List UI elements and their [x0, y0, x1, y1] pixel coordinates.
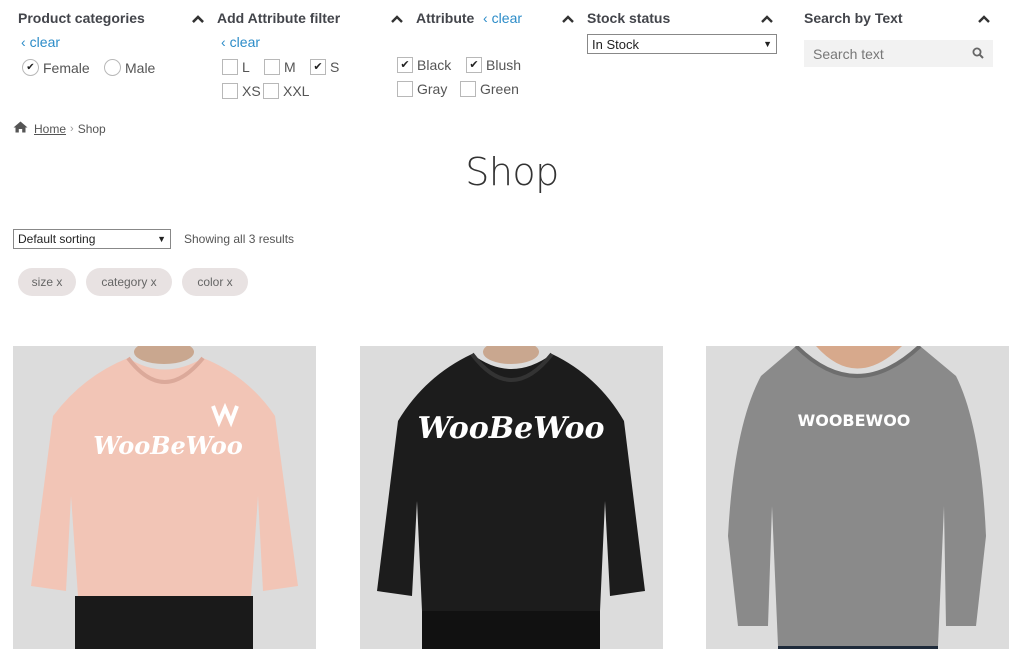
checkbox-color-gray[interactable]: Gray [397, 81, 447, 97]
option-label: Gray [417, 81, 448, 97]
filter-header[interactable]: Product categories [18, 8, 208, 30]
filter-stock-status: Stock status [587, 8, 777, 30]
filter-header[interactable]: Stock status [587, 8, 777, 30]
checkbox-color-black[interactable]: ✔ Black [397, 57, 451, 73]
filter-title: Product categories [18, 10, 145, 26]
product-card-black-hoodie[interactable]: WooBeWoo [360, 346, 663, 649]
chevron-left-icon: ‹ [221, 34, 226, 50]
select-value: In Stock [592, 36, 639, 52]
clear-label: clear [491, 10, 523, 26]
checkbox-size-xxl[interactable]: XXL [263, 83, 309, 99]
checkbox-size-xs[interactable]: XS [222, 83, 261, 99]
radio-circle[interactable] [104, 59, 121, 76]
active-filter-color-chip[interactable]: color x [182, 268, 248, 296]
select-value: Default sorting [18, 232, 96, 246]
search-placeholder: Search text [813, 45, 884, 62]
option-label: M [284, 59, 296, 75]
filter-title: Stock status [587, 10, 671, 26]
filter-product-categories: Product categories [18, 8, 208, 30]
product-card-gray-sweatshirt[interactable]: WOOBEWOO [706, 346, 1009, 649]
option-label: Black [417, 57, 452, 73]
option-label: XS [242, 83, 261, 99]
stock-status-select[interactable]: In Stock ▼ [587, 34, 777, 54]
checkbox-box[interactable] [222, 83, 238, 99]
sorting-select[interactable]: Default sorting ▼ [13, 229, 171, 249]
checkbox-size-m[interactable]: M [264, 59, 296, 75]
active-filter-size-chip[interactable]: size x [18, 268, 76, 296]
radio-male[interactable]: Male [104, 59, 155, 76]
radio-circle[interactable]: ✔ [22, 59, 39, 76]
checkbox-size-s[interactable]: ✔ S [310, 59, 339, 75]
filter-title: Search by Text [804, 10, 903, 26]
gray-sweatshirt-image[interactable]: WOOBEWOO [706, 346, 1009, 649]
clear-categories-link[interactable]: ‹ clear [21, 34, 60, 50]
chevron-left-icon: ‹ [483, 10, 488, 26]
filter-title: Add Attribute filter [217, 10, 341, 26]
dropdown-arrow-icon: ▼ [763, 39, 772, 49]
option-label: XXL [283, 83, 310, 99]
filter-add-attribute: Add Attribute filter [217, 8, 397, 30]
home-icon [13, 121, 28, 136]
checkbox-box[interactable] [222, 59, 238, 75]
option-label: Male [125, 59, 156, 76]
clear-size-link[interactable]: ‹ clear [221, 34, 260, 50]
result-count: Showing all 3 results [184, 232, 295, 246]
breadcrumb-current: Shop [77, 121, 106, 136]
radio-female[interactable]: ✔ Female [22, 59, 90, 76]
checkbox-box[interactable] [397, 81, 413, 97]
search-icon[interactable] [972, 46, 984, 62]
black-hoodie-image[interactable]: WooBeWoo [360, 346, 663, 649]
clear-label: clear [29, 34, 61, 50]
product-card-pink-hoodie[interactable]: WooBeWoo [13, 346, 316, 649]
search-input[interactable]: Search text [804, 40, 993, 67]
checkbox-box[interactable] [264, 59, 280, 75]
active-filter-category-chip[interactable]: category x [86, 268, 172, 296]
chevron-up-icon[interactable] [561, 12, 575, 26]
checkbox-color-blush[interactable]: ✔ Blush [466, 57, 521, 73]
option-label: Green [480, 81, 519, 97]
clear-label: clear [229, 34, 261, 50]
breadcrumb: Home › Shop [13, 121, 106, 136]
checkbox-box[interactable] [460, 81, 476, 97]
chevron-left-icon: ‹ [21, 34, 26, 50]
page-title: Shop [465, 150, 559, 194]
filter-header[interactable]: Add Attribute filter [217, 8, 397, 30]
breadcrumb-separator-icon: › [70, 122, 74, 135]
option-label: L [242, 59, 250, 75]
filter-search-text: Search by Text [804, 8, 994, 30]
pink-hoodie-image[interactable]: WooBeWoo [13, 346, 316, 649]
breadcrumb-home-link[interactable]: Home [34, 122, 66, 136]
chevron-up-icon[interactable] [977, 12, 991, 26]
checkbox-box[interactable]: ✔ [397, 57, 413, 73]
chevron-up-icon[interactable] [191, 12, 205, 26]
option-label: Female [43, 59, 90, 76]
option-label: Blush [486, 57, 522, 73]
dropdown-arrow-icon: ▼ [157, 234, 166, 244]
chevron-up-icon[interactable] [760, 12, 774, 26]
checkbox-box[interactable] [263, 83, 279, 99]
product-logo-text: WooBeWoo [93, 431, 243, 460]
option-label: S [330, 59, 340, 75]
checkbox-size-l[interactable]: L [222, 59, 250, 75]
checkbox-box[interactable]: ✔ [310, 59, 326, 75]
clear-color-link[interactable]: ‹ clear [483, 10, 522, 26]
product-logo-text: WooBeWoo [418, 411, 605, 446]
checkbox-color-green[interactable]: Green [460, 81, 519, 97]
product-logo-text: WOOBEWOO [798, 411, 911, 430]
checkbox-box[interactable]: ✔ [466, 57, 482, 73]
filter-title: Attribute [416, 10, 475, 26]
filter-header[interactable]: Search by Text [804, 8, 994, 30]
chevron-up-icon[interactable] [390, 12, 404, 26]
